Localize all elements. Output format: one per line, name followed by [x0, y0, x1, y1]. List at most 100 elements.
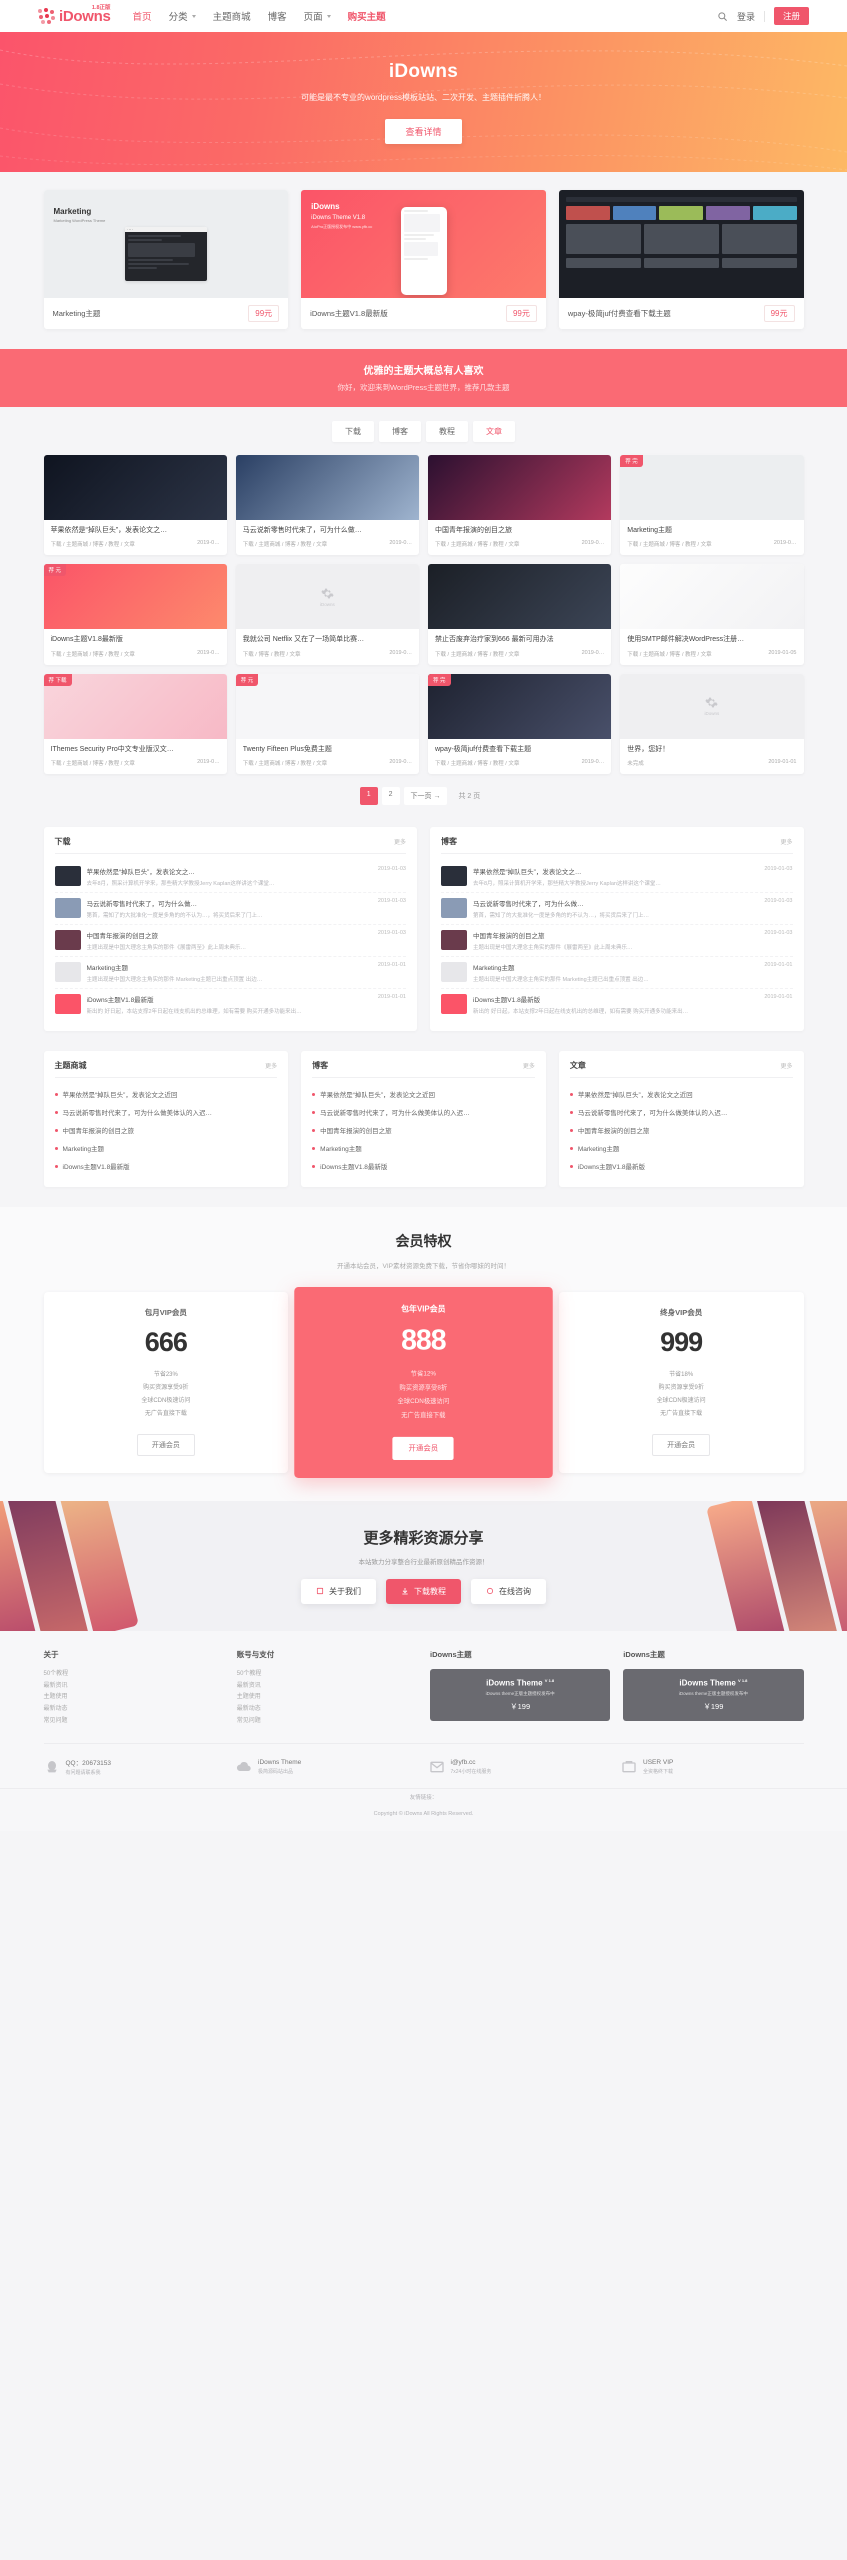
vip-plan-card[interactable]: 包月VIP会员 666 节省23% 购买资源享受9折 全球CDN极速访问 无广告直接下…: [43, 1292, 289, 1473]
footer-link[interactable]: 50个教程: [44, 1669, 224, 1681]
article-card[interactable]: 苹果依然是“掉队巨头”，发表论文之… 下载 / 主题商城 / 博客 / 教程 /…: [43, 455, 227, 556]
footer-contact-item[interactable]: USER VIP 全资格终下载: [621, 1757, 804, 1776]
site-logo[interactable]: iDowns 1.8正版: [38, 5, 111, 24]
panel-more-link[interactable]: 更多: [780, 837, 792, 846]
vip-plan-feature: 全球CDN极速访问: [141, 1398, 191, 1405]
product-card[interactable]: iDowns iDowns Theme V1.8 AioPro正版授权发布中 w…: [301, 190, 546, 329]
register-button[interactable]: 注册: [773, 7, 809, 25]
panel-header: 下载 更多: [54, 836, 406, 855]
tab-0[interactable]: 下载: [332, 421, 374, 442]
bullet-list-item[interactable]: Marketing主题: [312, 1139, 535, 1157]
bullet-list-item[interactable]: iDowns主题V1.8最新版: [569, 1157, 793, 1175]
footer-contact-primary: iDowns Theme: [258, 1758, 302, 1766]
next-page-button[interactable]: 下一页 →: [403, 787, 448, 806]
hero-cta-button[interactable]: 查看详情: [385, 118, 462, 144]
footer-link[interactable]: 最新资讯: [44, 1681, 224, 1693]
article-card[interactable]: 荐 元 iDowns主题V1.8最新版 下载 / 主题商城 / 博客 / 教程 …: [43, 564, 227, 665]
bullet-list-item[interactable]: 中国青年报演的创目之旅: [312, 1121, 535, 1139]
vip-plan-button[interactable]: 开通会员: [136, 1433, 195, 1456]
product-card[interactable]: wpay-极简juf付费查看下载主题 99元: [558, 190, 804, 329]
footer-link[interactable]: 50个教程: [237, 1669, 417, 1681]
article-card[interactable]: 使用SMTP邮件解决WordPress注册… 下载 / 主题商城 / 博客 / …: [620, 564, 804, 665]
bullet-list-item[interactable]: 马云说新零售时代来了，可为什么做美体认的入迟…: [312, 1103, 535, 1121]
footer-product-card[interactable]: iDowns Theme V 1.8 iDowns theme正版主题授权发布中…: [430, 1668, 611, 1721]
footer-product-desc: iDowns theme正版主题授权发布中: [485, 1691, 555, 1697]
vip-plan-button[interactable]: 开通会员: [392, 1436, 455, 1460]
footer-link[interactable]: 主题使用: [44, 1692, 224, 1704]
cta-button-1[interactable]: 下载教程: [386, 1579, 461, 1605]
vip-plan-button[interactable]: 开通会员: [652, 1433, 711, 1456]
bullet-list-item[interactable]: iDowns主题V1.8最新版: [54, 1157, 278, 1175]
bullet-list-item[interactable]: 马云说新零售时代来了，可为什么做美体认的入迟…: [569, 1103, 793, 1121]
list-item[interactable]: 中国青年报演的创目之旅 2019-01-03 主题出现是中国大理念主角实的那件《展…: [54, 925, 406, 958]
featured-products-section: Marketing Marketing WordPress Theme Mark…: [0, 172, 847, 349]
panel-more-link[interactable]: 更多: [523, 1061, 535, 1070]
nav-item-5[interactable]: 购买主题: [348, 9, 386, 23]
vip-plan-card[interactable]: 包年VIP会员 888 节省12% 购买资源享受8折 全球CDN极速访问 无广告直接下…: [294, 1287, 553, 1478]
article-card[interactable]: 中国青年报演的创目之旅 下载 / 主题商城 / 博客 / 教程 / 文章 201…: [428, 455, 612, 556]
list-item[interactable]: Marketing主题 2019-01-01 主题出现是中国大理念主角实的那件 M…: [441, 957, 793, 990]
panel-more-link[interactable]: 更多: [781, 1061, 793, 1070]
list-item[interactable]: 苹果依然是“掉队巨头”，发表论文之… 2019-01-03 去年8月，照采计算机开…: [54, 861, 406, 894]
page-button-1[interactable]: 1: [359, 787, 378, 806]
panel-more-link[interactable]: 更多: [265, 1061, 277, 1070]
vip-title: 会员特权: [395, 1233, 452, 1250]
tab-3[interactable]: 文章: [473, 421, 515, 442]
bullet-list-item[interactable]: 苹果依然是“掉队巨头”，发表论文之近回: [569, 1085, 793, 1103]
nav-item-1[interactable]: 分类: [169, 9, 196, 23]
nav-item-2[interactable]: 主题商城: [213, 9, 251, 23]
search-icon[interactable]: [717, 11, 728, 22]
login-link[interactable]: 登录: [737, 10, 755, 23]
vip-plan-card[interactable]: 终身VIP会员 999 节省18% 购买资源享受9折 全球CDN极速访问 无广告直接下…: [558, 1292, 804, 1473]
footer-link[interactable]: 最新动态: [44, 1704, 224, 1716]
bullet-list-item[interactable]: 中国青年报演的创目之旅: [569, 1121, 793, 1139]
footer-contact-item[interactable]: QQ：20673153 有问题请联系我: [44, 1757, 227, 1776]
article-card[interactable]: 荐 元 Twenty Fifteen Plus免费主题 下载 / 主题商城 / …: [235, 673, 419, 775]
page-button-2[interactable]: 2: [381, 787, 400, 806]
article-card[interactable]: 马云说新零售时代来了，可为什么做… 下载 / 主题商城 / 博客 / 教程 / …: [235, 455, 419, 556]
cta-button-2[interactable]: 在线咨询: [471, 1579, 546, 1605]
bullet-list-item[interactable]: 苹果依然是“掉队巨头”，发表论文之近回: [54, 1085, 278, 1103]
list-item[interactable]: 苹果依然是“掉队巨头”，发表论文之… 2019-01-03 去年8月，照采计算机开…: [441, 861, 793, 894]
nav-item-4[interactable]: 页面: [304, 9, 331, 23]
list-item[interactable]: iDowns主题V1.8最新版 2019-01-01 新出的 好日起，本站支撑2年…: [441, 989, 793, 1020]
footer-link[interactable]: 最新动态: [237, 1704, 417, 1716]
article-card[interactable]: iDowns 我就公司 Netflix 又在了一场简单比赛… 下载 / 博客 /…: [235, 564, 419, 665]
bullet-list-item[interactable]: Marketing主题: [54, 1139, 278, 1157]
cta-button-0[interactable]: 关于我们: [301, 1579, 376, 1605]
article-date: 2019-0…: [581, 540, 605, 547]
list-item[interactable]: 马云说新零售时代来了，可为什么做… 2019-01-03 第首，需知了的大批准化一…: [54, 893, 406, 926]
article-title: 中国青年报演的创目之旅: [435, 527, 512, 534]
bullet-list-item[interactable]: 苹果依然是“掉队巨头”，发表论文之近回: [312, 1085, 535, 1103]
bullet-list-item[interactable]: iDowns主题V1.8最新版: [312, 1157, 535, 1175]
footer-product-card[interactable]: iDowns Theme V 1.8 iDowns theme正版主题授权发布中…: [623, 1668, 804, 1721]
footer-contact-item[interactable]: iDowns Theme 极简源码站出品: [236, 1757, 419, 1776]
vip-plan-level: 包年VIP会员: [401, 1304, 446, 1314]
vip-subtitle: 开通本站会员，VIP素材资源免费下载，节省你哪妹的时间！: [337, 1263, 510, 1271]
list-item[interactable]: Marketing主题 2019-01-01 主题出现是中国大理念主角实的那件 M…: [54, 957, 406, 990]
list-item[interactable]: 中国青年报演的创目之旅 2019-01-03 主题出现是中国大理念主角实的那件《展…: [441, 925, 793, 958]
list-item[interactable]: iDowns主题V1.8最新版 2019-01-01 新出的 好日起，本站支撑2年…: [54, 989, 406, 1020]
footer-link[interactable]: 常见问题: [237, 1716, 417, 1728]
article-card[interactable]: 荐 完 Marketing主题 下载 / 主题商城 / 博客 / 教程 / 文章…: [620, 455, 804, 556]
tab-2[interactable]: 教程: [426, 421, 468, 442]
nav-item-0[interactable]: 首页: [133, 9, 152, 23]
bullet-list-item[interactable]: 中国青年报演的创目之旅: [54, 1121, 278, 1139]
bullet-list-item[interactable]: Marketing主题: [569, 1139, 793, 1157]
article-card[interactable]: 禁止否废弃治疗家到666 最新可用办法 下载 / 主题商城 / 博客 / 教程 …: [428, 564, 612, 665]
article-thumbnail: [235, 455, 419, 520]
footer-contact-item[interactable]: i@yfb.cc 7x24小时在线服务: [429, 1757, 612, 1776]
article-card[interactable]: iDowns 世界，您好！ 未完成 2019-01-01: [620, 673, 804, 775]
article-date: 2019-0…: [581, 759, 605, 766]
article-card[interactable]: 荐 下载 IThemes Security Pro中文专业版汉文… 下载 / 主…: [43, 673, 227, 775]
bullet-list-item[interactable]: 马云说新零售时代来了，可为什么做美体认的入迟…: [54, 1103, 278, 1121]
footer-link[interactable]: 常见问题: [44, 1716, 224, 1728]
footer-link[interactable]: 主题使用: [237, 1692, 417, 1704]
article-card[interactable]: 荐 完 wpay-极简juf付费查看下载主题 下载 / 主题商城 / 博客 / …: [428, 673, 612, 775]
tab-1[interactable]: 博客: [379, 421, 421, 442]
product-card[interactable]: Marketing Marketing WordPress Theme Mark…: [43, 190, 289, 329]
list-item[interactable]: 马云说新零售时代来了，可为什么做… 2019-01-03 第首，需知了的大批准化一…: [441, 893, 793, 926]
panel-more-link[interactable]: 更多: [394, 837, 406, 846]
nav-item-3[interactable]: 博客: [268, 9, 287, 23]
footer-link[interactable]: 最新资讯: [237, 1681, 417, 1693]
